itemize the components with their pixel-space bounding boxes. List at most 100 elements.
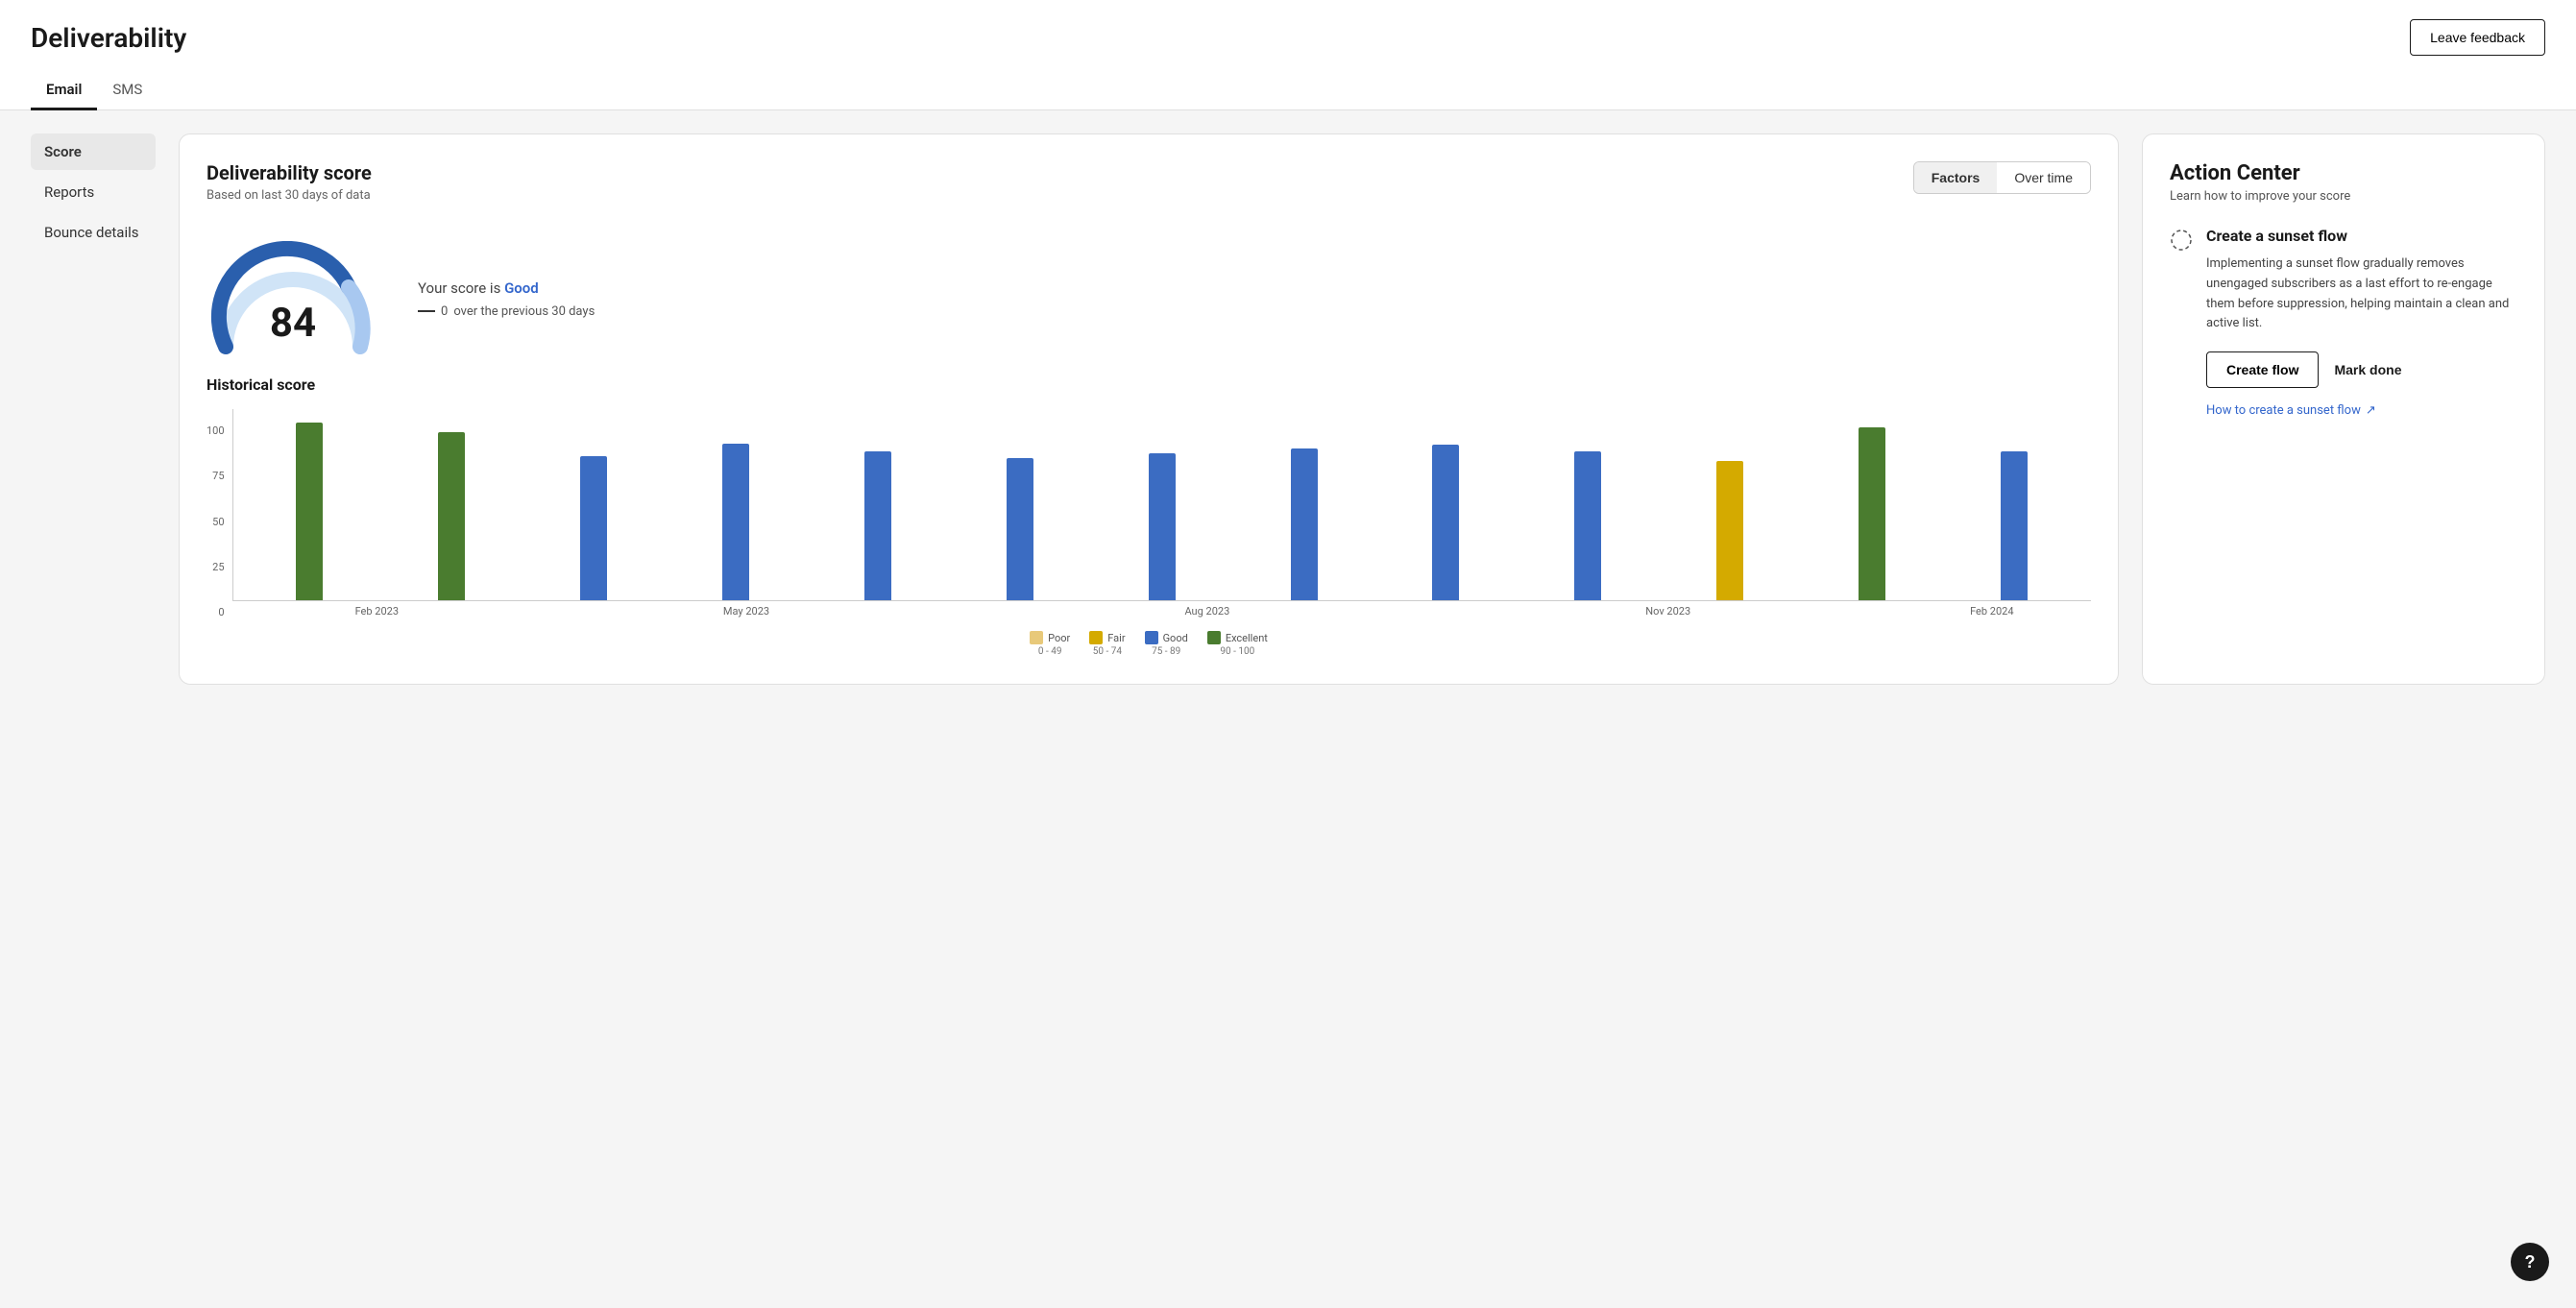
page-title: Deliverability [31, 22, 186, 54]
x-label-4: Feb 2024 [1901, 605, 2083, 618]
gauge-number: 84 [270, 300, 316, 347]
legend: Poor 0 - 49 Fair 50 - 74 Good 75 - 89 Ex… [207, 631, 2091, 657]
y-label-100: 100 [207, 425, 225, 436]
x-label-1: May 2023 [518, 605, 975, 618]
over-time-button[interactable]: Over time [1997, 162, 2090, 193]
legend-color-3 [1207, 631, 1221, 644]
create-flow-button[interactable]: Create flow [2206, 351, 2319, 388]
bar-1 [438, 432, 465, 600]
sidebar-item-reports[interactable]: Reports [31, 174, 156, 210]
legend-item-1: Fair 50 - 74 [1089, 631, 1125, 657]
score-card-subtitle: Based on last 30 days of data [207, 188, 372, 203]
chart-area: 100 75 50 25 0 Feb 2023May 2023 Aug 2023 N… [207, 409, 2091, 657]
score-change: 0 over the previous 30 days [418, 304, 595, 319]
bar-group-6 [1093, 453, 1231, 600]
action-body: Create a sunset flow Implementing a suns… [2206, 227, 2517, 418]
legend-color-1 [1089, 631, 1103, 644]
bar-0 [296, 423, 323, 600]
action-card: Action Center Learn how to improve your … [2142, 133, 2545, 685]
bar-6 [1149, 453, 1176, 600]
main-layout: Score Reports Bounce details Deliverabil… [0, 110, 2576, 708]
bar-group-11 [1803, 427, 1941, 600]
y-axis: 100 75 50 25 0 [207, 425, 225, 618]
y-label-25: 25 [207, 562, 225, 572]
bar-9 [1574, 451, 1601, 600]
bar-group-9 [1519, 451, 1657, 600]
bar-group-3 [667, 444, 805, 600]
x-axis: Feb 2023May 2023 Aug 2023 Nov 2023 Feb 2024 [232, 601, 2091, 618]
legend-item-2: Good 75 - 89 [1145, 631, 1188, 657]
bar-3 [722, 444, 749, 600]
bar-5 [1007, 458, 1033, 600]
bar-group-4 [809, 451, 947, 600]
bar-4 [864, 451, 891, 600]
bar-12 [2001, 451, 2028, 600]
legend-label-2: Good [1163, 632, 1188, 644]
x-label-2: Aug 2023 [979, 605, 1436, 618]
sunset-flow-icon [2170, 229, 2193, 252]
bars-area [232, 409, 2091, 601]
legend-item-0: Poor 0 - 49 [1030, 631, 1070, 657]
historical-title: Historical score [207, 375, 2091, 394]
action-card-title: Action Center [2170, 161, 2517, 185]
bar-10 [1716, 461, 1743, 600]
bar-group-2 [524, 456, 663, 600]
legend-label-0: Poor [1048, 632, 1070, 644]
score-display: 84 Your score is Good 0 over the previou… [207, 241, 2091, 356]
action-card-subtitle: Learn how to improve your score [2170, 189, 2517, 204]
x-label-0: Feb 2023 [240, 605, 515, 618]
x-label-3: Nov 2023 [1440, 605, 1897, 618]
action-description: Implementing a sunset flow gradually rem… [2206, 254, 2517, 334]
score-card-title: Deliverability score [207, 161, 372, 184]
legend-range-2: 75 - 89 [1152, 646, 1180, 657]
bar-group-5 [951, 458, 1089, 600]
score-card: Deliverability score Based on last 30 da… [179, 133, 2119, 685]
bar-group-12 [1945, 451, 2083, 600]
external-link-icon: ↗ [2366, 403, 2376, 418]
legend-range-1: 50 - 74 [1093, 646, 1122, 657]
sidebar-item-bounce-details[interactable]: Bounce details [31, 214, 156, 251]
action-item: Create a sunset flow Implementing a suns… [2170, 227, 2517, 418]
bar-7 [1291, 448, 1318, 600]
score-quality: Good [504, 279, 539, 297]
bar-2 [580, 456, 607, 600]
score-info: Your score is Good 0 over the previous 3… [418, 279, 595, 319]
leave-feedback-button[interactable]: Leave feedback [2410, 19, 2545, 56]
change-dash [418, 310, 435, 312]
legend-item-3: Excellent 90 - 100 [1207, 631, 1268, 657]
bar-8 [1432, 445, 1459, 600]
bar-group-10 [1661, 461, 1799, 600]
bar-11 [1859, 427, 1885, 600]
top-header: Deliverability Leave feedback Email SMS [0, 0, 2576, 110]
help-button[interactable]: ? [2511, 1243, 2549, 1281]
how-to-link[interactable]: How to create a sunset flow ↗ [2206, 403, 2517, 418]
sidebar-item-score[interactable]: Score [31, 133, 156, 170]
legend-color-2 [1145, 631, 1158, 644]
toggle-buttons: Factors Over time [1913, 161, 2091, 194]
y-label-0: 0 [207, 607, 225, 618]
tabs: Email SMS [31, 71, 2545, 109]
y-label-50: 50 [207, 517, 225, 527]
legend-color-0 [1030, 631, 1043, 644]
mark-done-button[interactable]: Mark done [2334, 362, 2401, 377]
action-item-title: Create a sunset flow [2206, 227, 2517, 245]
sidebar: Score Reports Bounce details [31, 133, 156, 685]
tab-sms[interactable]: SMS [97, 71, 158, 110]
bar-group-0 [241, 423, 379, 600]
bar-group-8 [1377, 445, 1516, 600]
score-label: Your score is Good [418, 279, 595, 297]
score-header: Deliverability score Based on last 30 da… [207, 161, 2091, 222]
action-buttons: Create flow Mark done [2206, 351, 2517, 388]
legend-label-1: Fair [1107, 632, 1125, 644]
y-label-75: 75 [207, 471, 225, 481]
legend-range-3: 90 - 100 [1220, 646, 1254, 657]
bar-group-1 [382, 432, 521, 600]
main-content: Deliverability score Based on last 30 da… [179, 133, 2545, 685]
gauge: 84 [207, 241, 379, 356]
factors-button[interactable]: Factors [1914, 162, 1998, 193]
bar-group-7 [1235, 448, 1373, 600]
tab-email[interactable]: Email [31, 71, 97, 110]
bars-container: Feb 2023May 2023 Aug 2023 Nov 2023 Feb 2024 [232, 409, 2091, 618]
legend-range-0: 0 - 49 [1038, 646, 1062, 657]
legend-label-3: Excellent [1226, 632, 1268, 644]
